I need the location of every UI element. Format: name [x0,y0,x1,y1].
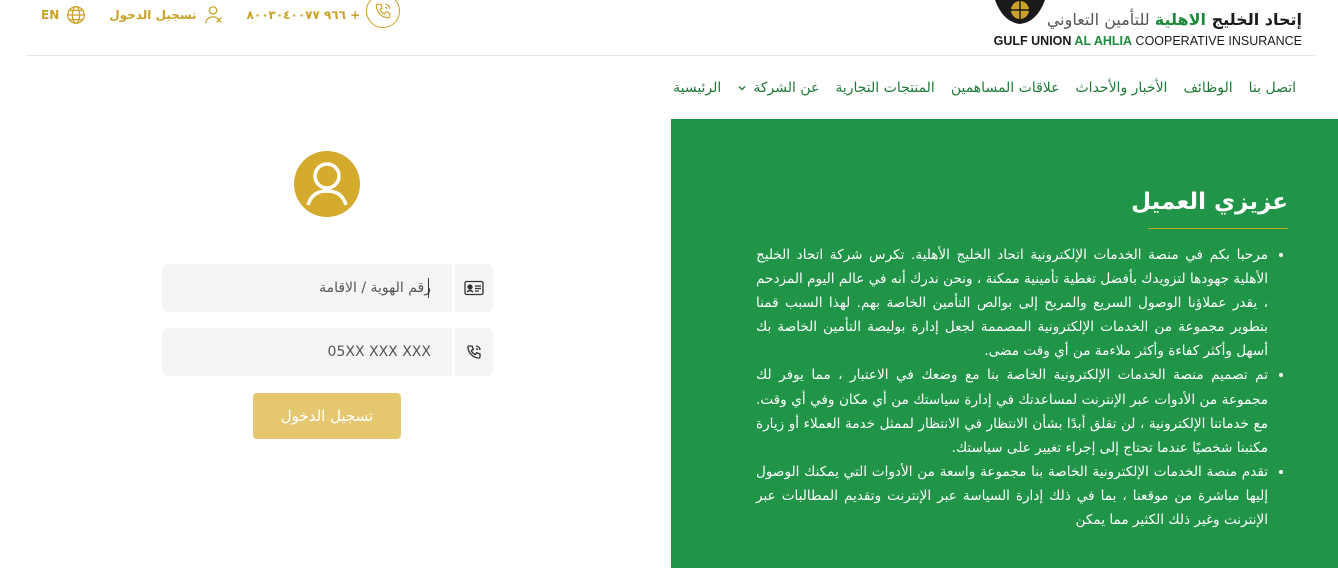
text-cursor [428,278,429,298]
phone-field-addon [452,328,493,376]
nav-news-label[interactable]: الأخبار والأحداث [1076,80,1168,96]
logo-arabic-prefix: إتحاد الخليج [1206,10,1302,29]
main-nav: الرئيسية عن الشركة المنتجات التجارية علا… [673,80,1296,96]
user-icon [204,6,222,24]
user-avatar-icon [294,151,360,217]
login-submit-button[interactable]: تسجيل الدخول [253,393,401,439]
top-bar: EN تسجيل الدخول + ٩٦٦ ٨٠٠٣٠٤٠٠٧٧ إتحاد ا… [26,0,1316,56]
logo-emblem-icon [995,0,1045,24]
nav-careers-label[interactable]: الوظائف [1183,80,1232,96]
logo-english-rest: COOPERATIVE INSURANCE [1132,34,1302,48]
panel-paragraph: مرحبا بكم في منصة الخدمات الإلكترونية ات… [756,243,1268,363]
phone-circle [366,0,401,28]
id-number-input[interactable] [162,264,449,312]
logo-english-text: GULF UNION AL AHLIA COOPERATIVE INSURANC… [994,34,1302,48]
phone-input[interactable] [162,328,449,376]
company-logo[interactable]: إتحاد الخليج الاهلية للتأمين التعاوني GU… [994,0,1302,52]
phone-call-icon [467,345,481,359]
nav-investors-label[interactable]: علاقات المساهمين [951,80,1060,96]
language-switch[interactable]: EN [41,4,87,26]
panel-paragraph: تقدم منصة الخدمات الإلكترونية الخاصة بنا… [756,460,1268,532]
language-label[interactable]: EN [41,8,59,22]
logo-arabic-highlight: الاهلية [1154,10,1206,29]
phone-field [162,328,493,376]
panel-title: عزيزي العميل [1131,189,1288,215]
nav-contact-label[interactable]: اتصل بنا [1249,80,1296,96]
logo-arabic-suffix: للتأمين التعاوني [1046,10,1155,29]
id-field-addon [452,264,493,312]
nav-item-contact[interactable]: اتصل بنا [1249,80,1296,96]
chevron-down-icon [738,86,746,91]
welcome-panel: عزيزي العميل مرحبا بكم في منصة الخدمات ا… [671,119,1338,568]
nav-item-home[interactable]: الرئيسية [673,80,721,96]
nav-about-label[interactable]: عن الشركة [753,80,819,96]
id-card-icon [464,280,484,296]
nav-item-careers[interactable]: الوظائف [1183,80,1232,96]
logo-english-bold: GULF UNION [993,34,1075,48]
nav-item-about[interactable]: عن الشركة [737,80,819,96]
login-link[interactable]: تسجيل الدخول [109,4,224,26]
phone-contact[interactable]: + ٩٦٦ ٨٠٠٣٠٤٠٠٧٧ [247,0,401,28]
panel-paragraph: تم تصميم منصة الخدمات الإلكترونية الخاصة… [756,363,1268,459]
login-link-label[interactable]: تسجيل الدخول [109,8,196,22]
logo-english-green: AL AHLIA [1074,34,1133,48]
top-utility-bar: EN تسجيل الدخول + ٩٦٦ ٨٠٠٣٠٤٠٠٧٧ [41,0,401,30]
panel-paragraph-list: مرحبا بكم في منصة الخدمات الإلكترونية ات… [756,243,1286,532]
nav-item-news[interactable]: الأخبار والأحداث [1076,80,1168,96]
nav-item-commercial-products[interactable]: المنتجات التجارية [835,80,934,96]
title-underline [1148,228,1288,229]
nav-item-investor-relations[interactable]: علاقات المساهمين [951,80,1060,96]
nav-commercial-label[interactable]: المنتجات التجارية [835,80,934,96]
nav-home-label[interactable]: الرئيسية [673,80,721,96]
phone-icon [375,3,391,19]
id-number-field [162,264,493,312]
globe-icon [67,6,86,24]
logo-arabic-text: إتحاد الخليج الاهلية للتأمين التعاوني [1047,10,1302,29]
phone-number[interactable]: + ٩٦٦ ٨٠٠٣٠٤٠٠٧٧ [247,8,361,22]
